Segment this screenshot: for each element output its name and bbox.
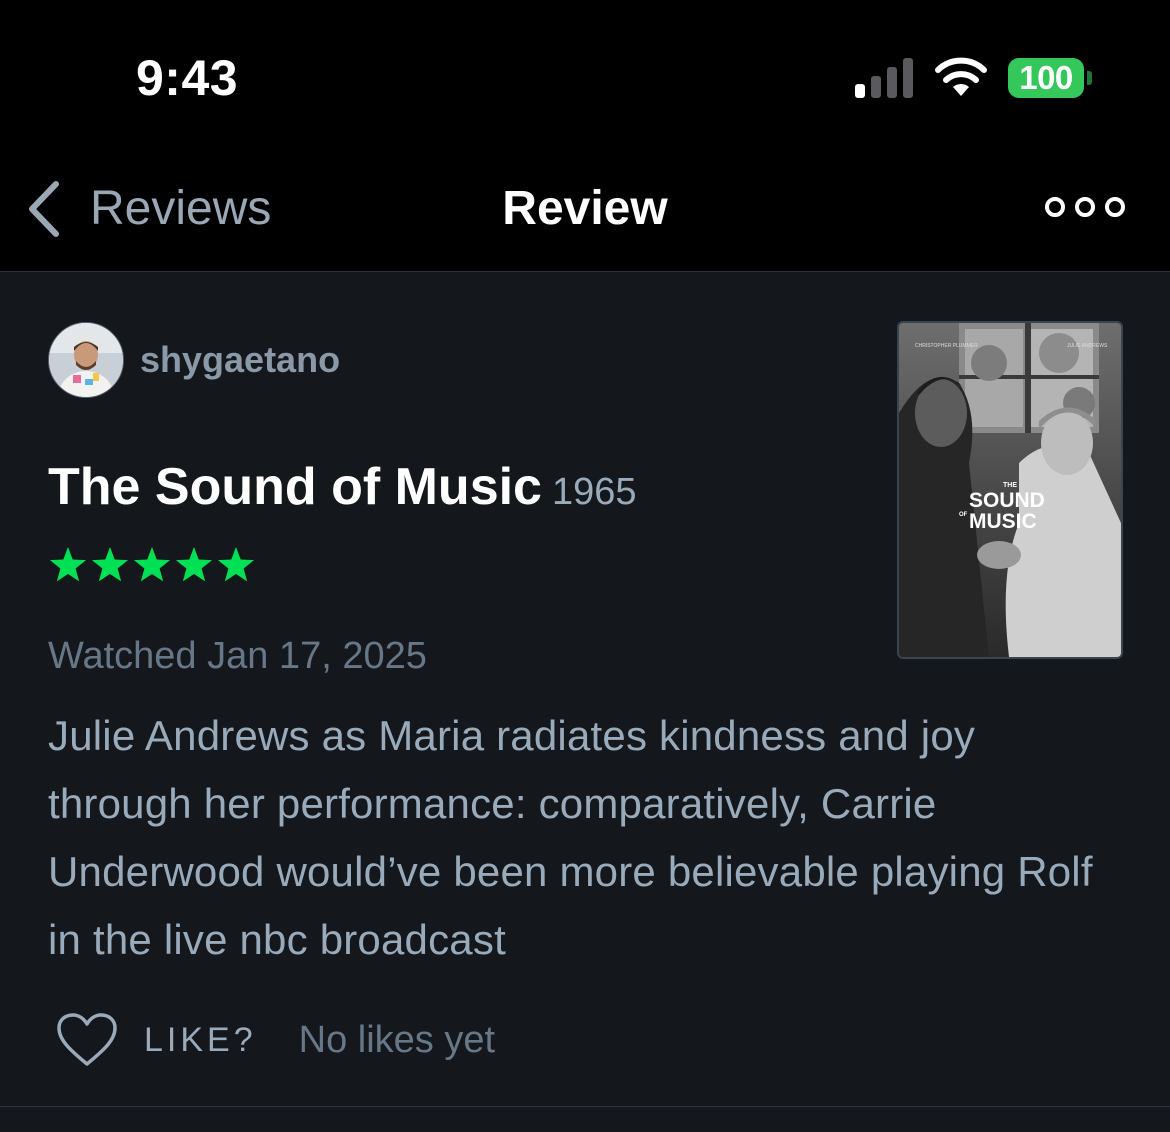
more-horizontal-icon[interactable] xyxy=(1044,192,1126,222)
navigation-bar: Reviews Review xyxy=(0,150,1170,272)
poster-image: CHRISTOPHER PLUMMER JULIE ANDREWS THE SO… xyxy=(899,323,1121,657)
watched-date: Watched Jan 17, 2025 xyxy=(48,635,427,677)
page-title: Review xyxy=(502,182,668,235)
likes-count: No likes yet xyxy=(298,1019,496,1061)
wifi-icon xyxy=(935,57,987,96)
poster-title-of: OF xyxy=(959,512,968,518)
poster-title-music: MUSIC xyxy=(969,510,1037,533)
poster-title-sound: SOUND xyxy=(969,489,1045,512)
star-icon xyxy=(133,547,171,582)
star-icon xyxy=(175,547,213,582)
film-title-row[interactable]: The Sound of Music 1965 xyxy=(48,452,637,527)
back-label: Reviews xyxy=(90,182,272,235)
avatar-image xyxy=(49,323,123,397)
film-year[interactable]: 1965 xyxy=(552,471,637,513)
star-rating xyxy=(48,545,256,585)
heart-icon[interactable] xyxy=(56,1012,118,1068)
review-body: Julie Andrews as Maria radiates kindness… xyxy=(48,712,1093,963)
battery-indicator: 100 xyxy=(1008,58,1092,98)
back-button[interactable]: Reviews xyxy=(24,178,271,240)
status-bar: 9:43 100 xyxy=(0,0,1170,150)
cellular-signal-icon xyxy=(855,58,913,98)
author-name[interactable]: shygaetano xyxy=(140,337,340,383)
next-section-edge xyxy=(0,1107,1170,1132)
poster-title-the: THE xyxy=(1003,482,1017,489)
like-row: LIKE? No likes yet xyxy=(56,1008,495,1072)
star-icon xyxy=(49,547,87,582)
author-row[interactable]: shygaetano xyxy=(48,322,340,398)
review-content: shygaetano The Sound of Music 1965 Watche… xyxy=(0,272,1170,1106)
film-title[interactable]: The Sound of Music xyxy=(48,458,542,516)
battery-cap xyxy=(1087,71,1092,85)
star-icon xyxy=(217,547,255,582)
star-icon xyxy=(91,547,129,582)
film-poster[interactable]: CHRISTOPHER PLUMMER JULIE ANDREWS THE SO… xyxy=(897,321,1123,659)
chevron-left-icon xyxy=(29,181,59,237)
poster-credit-left: CHRISTOPHER PLUMMER xyxy=(915,343,978,349)
status-time: 9:43 xyxy=(136,50,239,106)
poster-credit-right: JULIE ANDREWS xyxy=(1067,343,1108,349)
battery-level: 100 xyxy=(1019,59,1073,96)
like-button[interactable]: LIKE? xyxy=(144,1008,257,1072)
avatar[interactable] xyxy=(48,322,124,398)
